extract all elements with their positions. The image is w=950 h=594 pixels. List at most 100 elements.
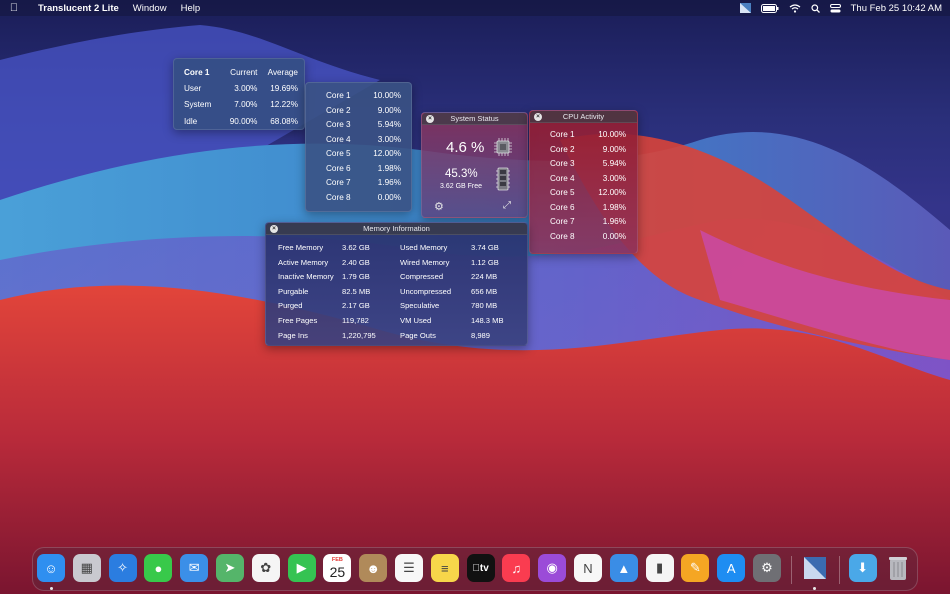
music-icon[interactable]: ♫ — [502, 554, 531, 582]
battery-icon[interactable] — [760, 0, 779, 16]
control-center-icon[interactable] — [829, 0, 841, 16]
list-item[interactable]: Core 3 5.94% — [550, 157, 626, 172]
maps-icon[interactable]: ➤ — [216, 554, 244, 582]
messages-icon[interactable]: ● — [144, 554, 173, 582]
core-value: 5.94% — [602, 159, 626, 168]
list-item[interactable]: Core 6 1.98% — [550, 201, 626, 216]
podcasts-icon[interactable]: ◉ — [538, 554, 567, 582]
notes-icon[interactable]: ≡ — [430, 554, 459, 582]
list-item[interactable]: Core 4 3.00% — [550, 172, 626, 187]
list-item[interactable]: Core 4 3.00% — [326, 133, 401, 148]
photos-icon[interactable]: ✿ — [251, 554, 280, 582]
list-item[interactable]: Core 6 1.98% — [326, 162, 401, 177]
spotlight-search-icon[interactable] — [811, 0, 820, 16]
core-value: 3.00% — [602, 173, 626, 183]
pages-icon[interactable]: ✎ — [681, 554, 710, 582]
stat-value: 1,220,795 — [342, 330, 376, 340]
trash-icon[interactable] — [884, 554, 912, 582]
table-row: User 3.00% 19.69% — [184, 80, 298, 96]
list-item[interactable]: Core 5 12.00% — [550, 186, 626, 201]
translucent-app-icon[interactable] — [801, 554, 829, 582]
app-store-icon[interactable]: A — [717, 554, 746, 582]
expand-arrows-icon[interactable]: ⤢ — [503, 200, 511, 211]
table-row: Page Ins 1,220,795 Page Outs 8,989 — [278, 329, 522, 344]
cpu-activity-window[interactable]: × CPU Activity Core 1 10.00% Core 2 9.00% … — [529, 110, 638, 254]
list-item[interactable]: Core 5 12.00% — [326, 147, 401, 162]
cpu-activity-titlebar[interactable]: × CPU Activity — [530, 111, 637, 123]
window-title: CPU Activity — [562, 112, 605, 121]
core-value: 12.00% — [373, 149, 401, 158]
finder-icon[interactable]: ☺ — [37, 554, 65, 582]
table-row: Inactive Memory 1.79 GB Compressed 224 MB — [278, 270, 522, 285]
core-value: 1.96% — [377, 178, 401, 187]
table-row: Purgable 82.5 MB Uncompressed 656 MB — [278, 285, 522, 300]
close-icon[interactable]: × — [426, 115, 434, 123]
running-indicator — [813, 587, 817, 590]
tv-icon[interactable]: tv — [466, 554, 495, 582]
core-name: Core 2 — [326, 105, 351, 115]
menu-window[interactable]: Window — [126, 3, 174, 14]
wifi-icon[interactable] — [789, 0, 801, 16]
cpu-chip-icon — [494, 138, 512, 156]
system-preferences-icon[interactable]: ⚙ — [753, 554, 781, 582]
memory-information-titlebar[interactable]: × Memory Information — [266, 223, 527, 235]
system-status-titlebar[interactable]: × System Status — [422, 113, 527, 125]
downloads-folder-icon[interactable]: ⬇ — [848, 554, 877, 582]
list-item[interactable]: Core 2 9.00% — [326, 104, 401, 119]
cpu-usage-value: 4.6 % — [446, 139, 485, 156]
system-status-window[interactable]: × System Status 4.6 % 45.3% 3.62 GB Free… — [421, 112, 528, 218]
dock-separator — [838, 556, 840, 584]
memory-information-window[interactable]: × Memory Information Free Memory 3.62 GB U… — [265, 222, 528, 346]
menubar-clock[interactable]: Thu Feb 25 10:42 AM — [851, 3, 942, 14]
menu-help[interactable]: Help — [174, 3, 208, 14]
core-name: Core 4 — [326, 134, 351, 144]
contacts-icon[interactable]: ☻ — [359, 554, 388, 582]
stat-value: 8,989 — [471, 330, 491, 340]
table-row: Free Pages 119,782 VM Used 148.3 MB — [278, 314, 522, 329]
memory-module-icon — [496, 167, 510, 191]
stat-value: 1.12 GB — [471, 257, 499, 267]
list-item[interactable]: Core 8 0.00% — [550, 230, 626, 245]
stat-label: Inactive Memory — [278, 272, 334, 282]
list-item[interactable]: Core 1 10.00% — [550, 128, 626, 143]
calendar-icon[interactable]: FEB 25 — [323, 554, 352, 582]
tv-label: tv — [472, 562, 488, 574]
core-name: Core 5 — [326, 149, 351, 158]
launchpad-icon[interactable]: ▦ — [72, 554, 101, 582]
safari-icon[interactable]: ✧ — [108, 554, 137, 582]
list-item[interactable]: Core 7 1.96% — [550, 215, 626, 230]
stat-label: Purgable — [278, 286, 309, 296]
core-name: Core 6 — [326, 163, 351, 173]
average-value: 12.22% — [270, 100, 298, 110]
close-icon[interactable]: × — [270, 225, 278, 233]
facetime-icon[interactable]: ▶ — [287, 554, 316, 582]
stat-label: Compressed — [400, 272, 444, 282]
average-value: 68.08% — [270, 116, 298, 126]
list-item[interactable]: Core 2 9.00% — [550, 143, 626, 158]
stat-value: 119,782 — [342, 315, 369, 325]
list-item[interactable]: Core 8 0.00% — [326, 191, 401, 206]
core-name: Core 1 — [326, 91, 351, 100]
dock-separator — [790, 556, 792, 584]
settings-gear-icon[interactable]: ⚙ — [434, 200, 444, 213]
list-item[interactable]: Core 3 5.94% — [326, 118, 401, 133]
apple-menu-icon[interactable]:  — [0, 2, 28, 14]
table-row: System 7.00% 12.22% — [184, 97, 298, 113]
stat-value: 780 MB — [471, 301, 498, 311]
stat-label: Wired Memory — [400, 257, 450, 267]
table-row: Purged 2.17 GB Speculative 780 MB — [278, 299, 522, 314]
dock: ☺▦✧●✉➤✿▶FEB25☻☰≡ tv ♫◉N▲▮✎A⚙ ⬇ — [32, 547, 918, 591]
translucent-status-icon[interactable] — [739, 0, 751, 16]
news-icon[interactable]: N — [574, 554, 602, 582]
memory-usage-value: 45.3% — [445, 168, 478, 180]
keynote-icon[interactable]: ▲ — [609, 554, 638, 582]
core-detail-popover: Core 1 Current Average User 3.00% 19.69%… — [173, 58, 305, 130]
mail-icon[interactable]: ✉ — [180, 554, 209, 582]
app-menu[interactable]: Translucent 2 Lite — [28, 3, 126, 14]
list-item[interactable]: Core 1 10.00% — [326, 89, 401, 104]
list-item[interactable]: Core 7 1.96% — [326, 176, 401, 191]
stat-label: Speculative — [400, 301, 440, 311]
close-icon[interactable]: × — [534, 113, 542, 121]
reminders-icon[interactable]: ☰ — [395, 554, 423, 582]
numbers-icon[interactable]: ▮ — [645, 554, 674, 582]
